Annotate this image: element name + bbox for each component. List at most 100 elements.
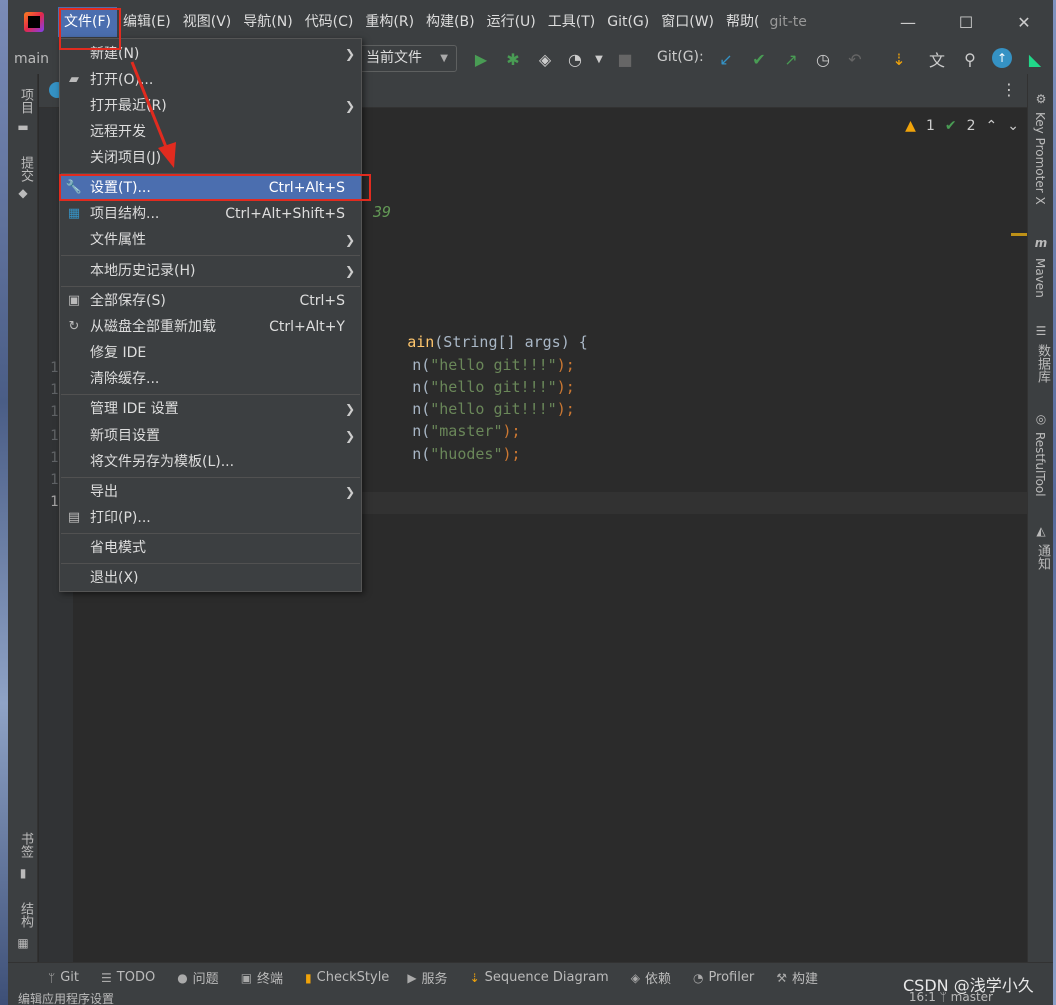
next-highlight-icon[interactable]: ⌄ bbox=[1007, 118, 1019, 134]
menu-item-invalidate-caches[interactable]: 清除缓存... bbox=[60, 366, 361, 392]
bottom-tool-terminal[interactable]: ▣ 终端 bbox=[241, 968, 283, 988]
update-icon[interactable]: ↑ bbox=[992, 48, 1012, 68]
database-icon[interactable]: ☰ bbox=[1034, 324, 1048, 338]
menu-item-open[interactable]: ▰ 打开(O)... bbox=[60, 67, 361, 93]
menu-item-local-history[interactable]: 本地历史记录(H) ❯ bbox=[60, 258, 361, 284]
bottom-tool-build[interactable]: ⚒ 构建 bbox=[776, 968, 818, 988]
folder-icon[interactable]: ▬ bbox=[16, 120, 30, 134]
maven-label[interactable]: Maven bbox=[1033, 258, 1047, 298]
git-commit-icon[interactable]: ✔ bbox=[748, 48, 770, 70]
sequence-diagram-icon[interactable]: ⇣ bbox=[888, 48, 910, 70]
menu-item-new-project-settings[interactable]: 新项目设置 ❯ bbox=[60, 423, 361, 449]
bottom-tool-problems[interactable]: ● 问题 bbox=[177, 968, 219, 988]
close-button[interactable]: ✕ bbox=[995, 0, 1053, 44]
menu-view[interactable]: 视图(V) bbox=[177, 7, 238, 37]
key-promoter-icon[interactable]: ⚙ bbox=[1034, 92, 1048, 106]
menu-item-print[interactable]: ▤ 打印(P)... bbox=[60, 505, 361, 531]
menu-item-open-recent[interactable]: 打开最近(R) ❯ bbox=[60, 93, 361, 119]
git-push-icon[interactable]: ↗ bbox=[780, 48, 802, 70]
notifications-label[interactable]: 通知 bbox=[1033, 544, 1052, 570]
structure-icon[interactable]: ▦ bbox=[16, 936, 30, 950]
profile-icon[interactable]: ◔ bbox=[564, 48, 586, 70]
restful-tool-label[interactable]: RestfulTool bbox=[1033, 432, 1047, 497]
print-icon: ▤ bbox=[67, 510, 81, 525]
git-history-icon[interactable]: ◷ bbox=[812, 48, 834, 70]
bottom-tool-todo[interactable]: ☰ TODO bbox=[101, 970, 155, 985]
bookmark-icon[interactable]: ▮ bbox=[16, 866, 30, 880]
maximize-button[interactable]: ☐ bbox=[937, 0, 995, 44]
project-tool-label[interactable]: 项目 bbox=[16, 88, 35, 114]
bottom-tool-profiler[interactable]: ◔ Profiler bbox=[693, 970, 754, 985]
profile-dropdown-icon[interactable]: ▼ bbox=[588, 48, 610, 70]
bottom-tool-checkstyle[interactable]: ▮ CheckStyle bbox=[305, 970, 389, 985]
breadcrumb[interactable]: main bbox=[14, 51, 49, 67]
menu-item-close-project[interactable]: 关闭项目(J) bbox=[60, 145, 361, 171]
menu-item-label: 全部保存(S) bbox=[90, 293, 166, 309]
jetbrains-toolbox-icon[interactable]: ◣ bbox=[1024, 48, 1046, 70]
menu-item-label: 修复 IDE bbox=[90, 345, 147, 361]
maven-icon[interactable]: m bbox=[1034, 236, 1048, 250]
menu-code[interactable]: 代码(C) bbox=[299, 7, 360, 37]
annotation-box-file-menu bbox=[59, 8, 121, 50]
debug-icon[interactable]: ✱ bbox=[502, 48, 524, 70]
menu-item-label: 本地历史记录(H) bbox=[90, 263, 196, 279]
bottom-tool-git[interactable]: ᛘ Git bbox=[48, 970, 79, 985]
git-update-icon[interactable]: ↙ bbox=[715, 48, 737, 70]
bottom-tool-services[interactable]: ▶ 服务 bbox=[407, 968, 447, 988]
more-options-icon[interactable]: ⋮ bbox=[1001, 80, 1017, 99]
menu-item-project-structure[interactable]: ▦ 项目结构... Ctrl+Alt+Shift+S bbox=[60, 201, 361, 227]
menu-edit[interactable]: 编辑(E) bbox=[117, 7, 177, 37]
menu-item-repair-ide[interactable]: 修复 IDE bbox=[60, 340, 361, 366]
menu-separator bbox=[61, 394, 360, 395]
commit-tool-label[interactable]: 提交 bbox=[16, 156, 35, 182]
menu-item-exit[interactable]: 退出(X) bbox=[60, 565, 361, 591]
status-message: 编辑应用程序设置 bbox=[18, 992, 115, 1005]
menu-separator bbox=[61, 286, 360, 287]
menu-run[interactable]: 运行(U) bbox=[481, 7, 542, 37]
menu-item-manage-ide-settings[interactable]: 管理 IDE 设置 ❯ bbox=[60, 396, 361, 422]
menu-item-reload-all[interactable]: ↻ 从磁盘全部重新加载 Ctrl+Alt+Y bbox=[60, 314, 361, 340]
previous-highlight-icon[interactable]: ⌃ bbox=[986, 118, 998, 134]
menu-tools[interactable]: 工具(T) bbox=[542, 7, 601, 37]
inspection-widget[interactable]: ▲ 1 ✔ 2 ⌃ ⌄ bbox=[905, 118, 1019, 134]
menu-item-remote-dev[interactable]: 远程开发 bbox=[60, 119, 361, 145]
check-count: 2 bbox=[966, 118, 976, 134]
notifications-icon[interactable]: ◭ bbox=[1034, 524, 1048, 538]
menu-navigate[interactable]: 导航(N) bbox=[237, 7, 298, 37]
bottom-tool-dependencies[interactable]: ◈ 依赖 bbox=[631, 968, 671, 988]
key-promoter-label[interactable]: Key Promoter X bbox=[1033, 112, 1047, 205]
menu-item-power-save[interactable]: 省电模式 bbox=[60, 535, 361, 561]
translate-icon[interactable]: 文 bbox=[926, 48, 948, 70]
stop-icon[interactable]: ■ bbox=[614, 48, 636, 70]
minimize-button[interactable]: — bbox=[879, 0, 937, 44]
git-rollback-icon[interactable]: ↶ bbox=[844, 48, 866, 70]
search-icon[interactable]: ⚲ bbox=[959, 48, 981, 70]
menu-help[interactable]: 帮助( bbox=[720, 7, 765, 37]
coverage-icon[interactable]: ◈ bbox=[534, 48, 556, 70]
checkstyle-icon: ▮ bbox=[305, 970, 312, 985]
run-config-select[interactable]: 当前文件 ▼ bbox=[355, 45, 457, 72]
menu-build[interactable]: 构建(B) bbox=[420, 7, 481, 37]
bottom-tool-label: 问题 bbox=[192, 972, 219, 987]
menu-item-export[interactable]: 导出 ❯ bbox=[60, 479, 361, 505]
bottom-tool-label: Git bbox=[60, 970, 79, 985]
commit-icon[interactable]: ◆ bbox=[16, 186, 30, 200]
menu-window[interactable]: 窗口(W) bbox=[655, 7, 720, 37]
menu-item-save-as-template[interactable]: 将文件另存为模板(L)... bbox=[60, 449, 361, 475]
scrollbar-warning-marker[interactable] bbox=[1011, 233, 1027, 236]
menu-item-file-properties[interactable]: 文件属性 ❯ bbox=[60, 227, 361, 253]
menu-item-label: 省电模式 bbox=[90, 540, 146, 556]
menu-refactor[interactable]: 重构(R) bbox=[359, 7, 420, 37]
bookmarks-tool-label[interactable]: 书签 bbox=[16, 832, 35, 858]
profiler-icon: ◔ bbox=[692, 970, 704, 985]
menu-item-save-all[interactable]: ▣ 全部保存(S) Ctrl+S bbox=[60, 288, 361, 314]
menu-git[interactable]: Git(G) bbox=[601, 7, 655, 37]
database-label[interactable]: 数据库 bbox=[1033, 344, 1052, 383]
bottom-tool-sequence[interactable]: ⇣ Sequence Diagram bbox=[470, 970, 609, 985]
submenu-arrow-icon: ❯ bbox=[344, 99, 355, 113]
bottom-tool-label: TODO bbox=[116, 970, 156, 985]
restful-tool-icon[interactable]: ◎ bbox=[1034, 412, 1048, 426]
structure-tool-label[interactable]: 结构 bbox=[16, 902, 35, 928]
menu-item-shortcut: Ctrl+Alt+Y bbox=[269, 319, 345, 335]
run-icon[interactable]: ▶ bbox=[470, 48, 492, 70]
